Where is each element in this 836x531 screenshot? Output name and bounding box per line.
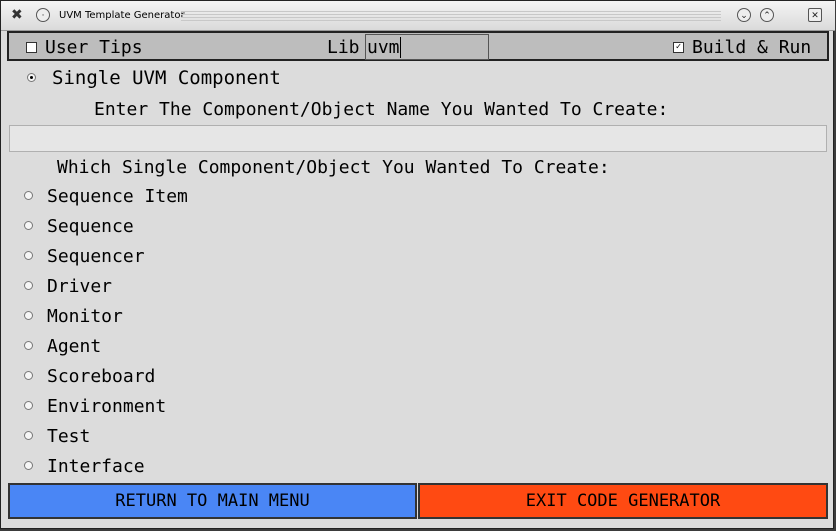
option-label[interactable]: Scoreboard <box>47 366 155 387</box>
option-radio[interactable] <box>24 281 33 290</box>
menu-circle-icon[interactable]: · <box>36 8 50 22</box>
single-component-radio[interactable] <box>27 73 36 82</box>
app-window: ✖ · UVM Template Generator ⌄ ⌃ ✕ User Ti… <box>0 0 835 529</box>
option-label[interactable]: Interface <box>47 456 145 477</box>
option-label[interactable]: Sequencer <box>47 246 145 267</box>
option-label[interactable]: Sequence Item <box>47 186 188 207</box>
top-toolbar: User Tips Lib uvm ✓ Build & Run <box>7 31 829 61</box>
option-label[interactable]: Agent <box>47 336 101 357</box>
option-radio[interactable] <box>24 341 33 350</box>
option-radio[interactable] <box>24 251 33 260</box>
name-prompt: Enter The Component/Object Name You Want… <box>94 99 669 120</box>
user-tips-checkbox[interactable] <box>26 42 37 53</box>
option-label[interactable]: Driver <box>47 276 112 297</box>
build-run-checkbox[interactable]: ✓ <box>673 42 684 53</box>
title-bar-grip <box>181 11 721 21</box>
close-icon[interactable]: ✕ <box>808 8 822 22</box>
user-tips-label[interactable]: User Tips <box>45 37 143 58</box>
component-name-input[interactable] <box>9 125 827 152</box>
return-main-menu-button[interactable]: RETURN TO MAIN MENU <box>8 483 417 519</box>
maximize-icon[interactable]: ⌃ <box>760 8 774 22</box>
lib-input[interactable]: uvm <box>365 34 489 60</box>
option-label[interactable]: Environment <box>47 396 166 417</box>
window-title: UVM Template Generator <box>59 10 185 21</box>
choice-prompt: Which Single Component/Object You Wanted… <box>57 157 610 178</box>
exit-code-generator-button[interactable]: EXIT CODE GENERATOR <box>418 483 828 519</box>
minimize-icon[interactable]: ⌄ <box>737 8 751 22</box>
option-radio[interactable] <box>24 461 33 470</box>
option-radio[interactable] <box>24 431 33 440</box>
option-radio[interactable] <box>24 221 33 230</box>
single-component-label[interactable]: Single UVM Component <box>52 67 281 89</box>
option-label[interactable]: Sequence <box>47 216 134 237</box>
title-bar[interactable]: ✖ · UVM Template Generator ⌄ ⌃ ✕ <box>1 1 835 31</box>
lib-label: Lib <box>327 37 360 58</box>
option-label[interactable]: Test <box>47 426 90 447</box>
option-radio[interactable] <box>24 311 33 320</box>
build-run-label[interactable]: Build & Run <box>692 37 811 58</box>
option-label[interactable]: Monitor <box>47 306 123 327</box>
option-radio[interactable] <box>24 191 33 200</box>
tools-icon[interactable]: ✖ <box>11 7 23 23</box>
lib-input-value: uvm <box>367 37 400 58</box>
option-radio[interactable] <box>24 371 33 380</box>
option-radio[interactable] <box>24 401 33 410</box>
